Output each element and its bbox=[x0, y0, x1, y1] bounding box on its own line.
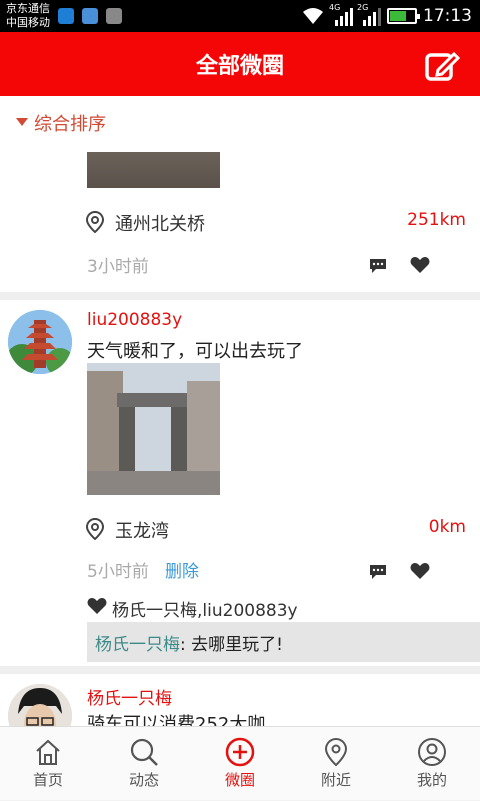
tab-home[interactable]: 首页 bbox=[0, 727, 96, 801]
comment-author[interactable]: 杨氏一只梅 bbox=[95, 635, 180, 655]
clock: 17:13 bbox=[423, 6, 472, 26]
app-notification-icon bbox=[82, 8, 98, 24]
location-pin-icon bbox=[86, 518, 104, 540]
post-item: 杨氏一只梅 骑车可以消费252大咖 bbox=[0, 674, 480, 726]
comment-icon[interactable] bbox=[369, 564, 387, 580]
signal-4g-icon: 4G bbox=[329, 3, 353, 26]
caret-down-icon bbox=[16, 118, 28, 126]
image-notification-icon bbox=[106, 8, 122, 24]
edit-post-icon[interactable] bbox=[424, 48, 460, 84]
post-time: 3小时前 bbox=[87, 257, 149, 277]
like-icon[interactable] bbox=[410, 256, 430, 274]
likes-list: 杨氏一只梅,liu200883y bbox=[112, 601, 298, 621]
comment-box[interactable]: 杨氏一只梅: 去哪里玩了! bbox=[87, 622, 480, 662]
carrier-1: 京东通信 bbox=[6, 2, 50, 15]
post-time: 5小时前 bbox=[87, 562, 149, 582]
divider bbox=[0, 292, 480, 300]
post-location: 玉龙湾 bbox=[115, 521, 169, 542]
building-photo bbox=[87, 363, 220, 495]
like-icon[interactable] bbox=[410, 562, 430, 580]
post-content: 骑车可以消费252大咖 bbox=[87, 714, 266, 726]
user-icon bbox=[418, 738, 446, 766]
tab-nearby[interactable]: 附近 bbox=[288, 727, 384, 801]
likes-heart-icon bbox=[87, 598, 107, 614]
tab-label: 附近 bbox=[320, 771, 351, 789]
post-image[interactable] bbox=[87, 152, 220, 188]
home-icon bbox=[36, 739, 60, 765]
comment-item: 杨氏一只梅: 去哪里玩了! bbox=[95, 630, 283, 655]
status-right: 4G 2G 17:13 bbox=[301, 3, 472, 26]
divider bbox=[0, 666, 480, 674]
post-distance: 0km bbox=[428, 517, 466, 537]
search-icon bbox=[130, 738, 158, 766]
delete-link[interactable]: 删除 bbox=[165, 557, 199, 582]
battery-icon bbox=[387, 8, 420, 24]
tab-label: 首页 bbox=[32, 771, 63, 789]
post-username[interactable]: 杨氏一只梅 bbox=[87, 684, 172, 709]
status-bar: 京东通信 中国移动 4G 2G 17:13 bbox=[0, 0, 480, 32]
post-location: 通州北关桥 bbox=[115, 214, 205, 235]
carrier-2: 中国移动 bbox=[6, 16, 50, 29]
sort-bar[interactable]: 综合排序 bbox=[0, 96, 480, 148]
avatar[interactable] bbox=[8, 310, 72, 374]
comment-icon[interactable] bbox=[369, 258, 387, 274]
tab-label: 我的 bbox=[416, 771, 447, 789]
post-distance: 251km bbox=[407, 210, 466, 230]
net-4g-label: 4G bbox=[329, 3, 341, 12]
comment-text: : 去哪里玩了! bbox=[180, 635, 283, 655]
tab-label: 微圈 bbox=[224, 771, 255, 789]
tab-mine[interactable]: 我的 bbox=[384, 727, 480, 801]
sort-label[interactable]: 综合排序 bbox=[34, 110, 106, 136]
post-item: 通州北关桥 251km 3小时前 bbox=[0, 148, 480, 292]
post-username[interactable]: liu200883y bbox=[87, 310, 182, 330]
app-header: 全部微圈 bbox=[0, 32, 480, 96]
post-item: liu200883y 天气暖和了，可以出去玩了 玉龙湾 0km 5小时前 删除 … bbox=[0, 300, 480, 666]
tab-feed[interactable]: 动态 bbox=[96, 727, 192, 801]
page-title: 全部微圈 bbox=[195, 54, 284, 79]
tab-label: 动态 bbox=[128, 771, 159, 789]
tab-circle[interactable]: 微圈 bbox=[192, 727, 288, 801]
post-image[interactable] bbox=[87, 363, 220, 495]
signal-2g-icon: 2G bbox=[357, 3, 381, 26]
bottom-tab-bar: 首页 动态 微圈 附近 我的 bbox=[0, 726, 480, 800]
location-icon bbox=[324, 737, 348, 767]
pagoda-avatar-image bbox=[8, 310, 72, 374]
wifi-icon bbox=[303, 8, 323, 24]
app-notification-icon bbox=[58, 8, 74, 24]
notification-icons bbox=[58, 8, 122, 24]
avatar[interactable] bbox=[8, 684, 72, 726]
location-pin-icon bbox=[86, 211, 104, 233]
carrier-info: 京东通信 中国移动 bbox=[6, 2, 50, 30]
plus-circle-icon bbox=[225, 737, 255, 767]
post-content: 天气暖和了，可以出去玩了 bbox=[87, 341, 303, 362]
net-2g-label: 2G bbox=[357, 3, 369, 12]
person-avatar-image bbox=[8, 684, 72, 726]
